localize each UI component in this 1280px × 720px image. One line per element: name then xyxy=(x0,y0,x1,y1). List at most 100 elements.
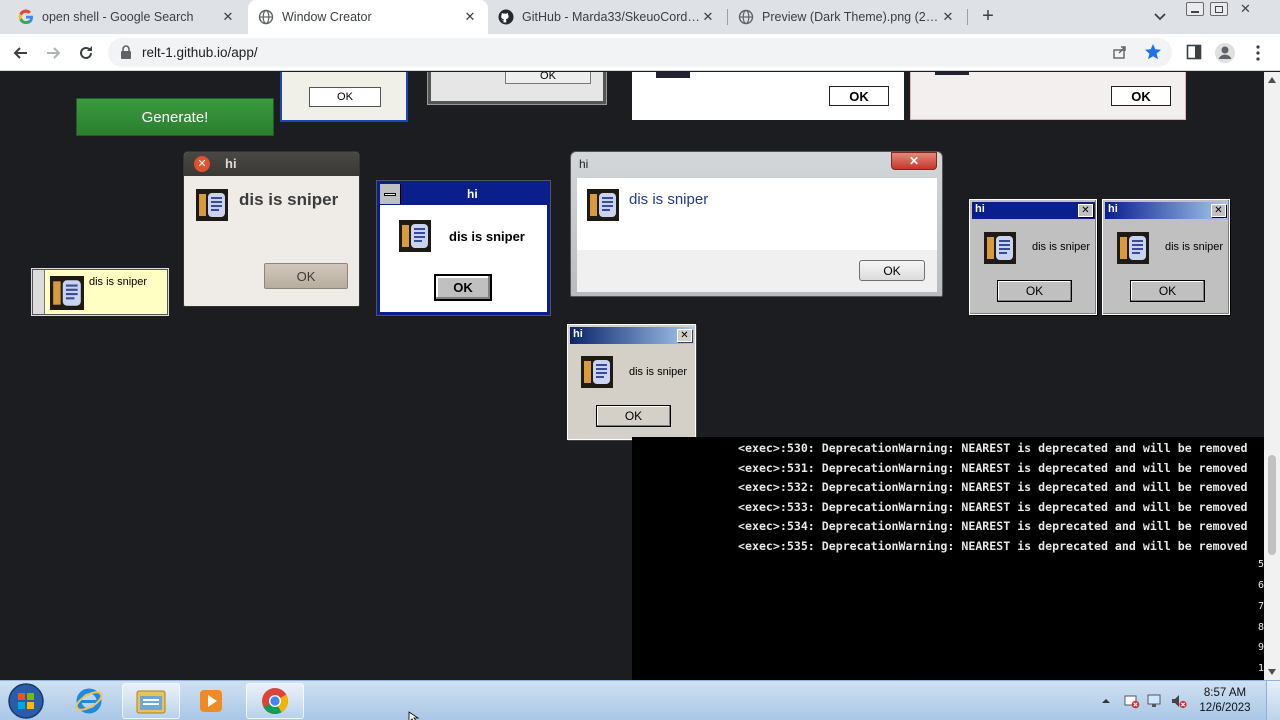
log-line: <exec>:533: DeprecationWarning: NEAREST … xyxy=(738,500,1248,514)
vertical-scrollbar[interactable] xyxy=(1264,72,1280,680)
reload-button[interactable] xyxy=(75,42,97,64)
dialog-titlebar: hi ✕ xyxy=(1105,202,1228,219)
scroll-up-icon[interactable] xyxy=(1267,76,1277,84)
kebab-menu-icon[interactable] xyxy=(1252,44,1264,62)
tab-title: Window Creator xyxy=(282,10,372,24)
lock-icon xyxy=(121,45,131,59)
dialog-message: dis is sniper xyxy=(89,276,148,288)
close-window-button[interactable]: ✕ xyxy=(1236,1,1254,16)
ok-button[interactable]: OK xyxy=(309,87,381,107)
ok-button[interactable]: OK xyxy=(829,86,889,106)
globe-icon xyxy=(738,9,754,25)
close-tab-icon[interactable]: ✕ xyxy=(462,9,478,25)
media-player-icon xyxy=(200,690,222,712)
close-tab-icon[interactable]: ✕ xyxy=(700,9,716,25)
dialog-titlebar: ✕ hi xyxy=(184,152,359,176)
dialog-window: hi ✕ dis is sniper OK xyxy=(969,199,1097,315)
minimize-window-button[interactable] xyxy=(1186,2,1204,16)
tab-title: GitHub - Marda33/SkeuoCord: A xyxy=(522,10,700,24)
network-icon[interactable] xyxy=(1147,693,1163,709)
close-icon[interactable]: ✕ xyxy=(1211,204,1226,217)
ok-button[interactable]: OK xyxy=(596,405,671,427)
dialog-title: hi xyxy=(1108,203,1118,215)
system-menu-button[interactable] xyxy=(380,184,401,204)
close-icon[interactable]: ✕ xyxy=(1078,204,1093,217)
agent-info-icon xyxy=(1117,232,1149,264)
dialog-message: dis is sniper xyxy=(449,229,525,244)
ok-button[interactable]: OK xyxy=(1111,86,1171,106)
ok-button[interactable]: OK xyxy=(434,274,492,301)
mouse-cursor-icon xyxy=(408,711,420,720)
dialog-window: hi dis is sniper OK xyxy=(377,181,550,315)
back-button[interactable] xyxy=(10,42,32,64)
github-icon xyxy=(498,9,514,25)
new-tab-button[interactable]: + xyxy=(976,5,1000,29)
taskbar-media-player[interactable] xyxy=(182,683,240,719)
action-center-icon[interactable] xyxy=(1124,693,1140,709)
window-handle[interactable] xyxy=(33,270,45,314)
close-tab-icon[interactable]: ✕ xyxy=(940,9,956,25)
taskbar-chrome[interactable] xyxy=(246,683,304,719)
share-icon[interactable] xyxy=(1112,44,1128,60)
dialog-message: dis is sniper xyxy=(629,366,688,378)
agent-info-icon xyxy=(984,232,1016,264)
chrome-icon xyxy=(262,688,289,715)
forward-button[interactable] xyxy=(42,42,64,64)
dialog-window: OK xyxy=(632,72,904,120)
bookmark-star-icon[interactable] xyxy=(1144,43,1162,61)
tab-window-creator[interactable]: Window Creator ✕ xyxy=(248,0,488,34)
profile-avatar-icon[interactable] xyxy=(1214,42,1236,64)
start-orb-icon[interactable] xyxy=(6,682,46,720)
dialog-titlebar: hi ✕ xyxy=(972,202,1095,219)
forward-arrow-icon xyxy=(47,47,61,59)
back-arrow-icon xyxy=(13,47,27,59)
taskbar-file-explorer[interactable] xyxy=(122,683,180,719)
dialog-titlebar: hi ✕ xyxy=(570,327,694,344)
ok-button[interactable]: OK xyxy=(1130,280,1205,302)
dialog-footer: OK xyxy=(577,250,937,292)
log-line: <exec>:531: DeprecationWarning: NEAREST … xyxy=(738,461,1248,475)
close-window-button[interactable]: ✕ xyxy=(891,152,937,170)
dialog-message: dis is sniper xyxy=(629,191,709,208)
agent-info-icon xyxy=(587,189,619,221)
close-tab-icon[interactable]: ✕ xyxy=(220,9,236,25)
screen: open shell - Google Search ✕ Window Crea… xyxy=(0,0,1280,720)
agent-info-icon xyxy=(196,189,228,221)
browser-toolbar: relt-1.github.io/app/ xyxy=(0,34,1280,71)
side-panel-icon[interactable] xyxy=(1186,44,1202,60)
show-desktop-button[interactable] xyxy=(1266,681,1280,720)
tab-title: open shell - Google Search xyxy=(42,10,194,24)
dialog-window: OK xyxy=(280,72,408,122)
dialog-message: dis is sniper xyxy=(1165,241,1224,253)
browser-tab-strip: open shell - Google Search ✕ Window Crea… xyxy=(0,0,1280,34)
tab-github[interactable]: GitHub - Marda33/SkeuoCord: A ✕ xyxy=(488,0,726,34)
clock-time: 8:57 AM xyxy=(1203,687,1247,699)
windows-taskbar: 8:57 AM 12/6/2023 xyxy=(0,680,1280,720)
close-icon[interactable]: ✕ xyxy=(194,156,210,172)
globe-icon xyxy=(258,9,274,25)
show-hidden-icons-icon[interactable] xyxy=(1098,693,1114,709)
ok-button[interactable]: OK xyxy=(859,260,925,281)
tab-google-search[interactable]: open shell - Google Search ✕ xyxy=(8,0,246,34)
ok-button[interactable]: OK xyxy=(264,263,348,289)
chevron-down-icon[interactable] xyxy=(1150,8,1170,26)
log-line: <exec>:530: DeprecationWarning: NEAREST … xyxy=(738,441,1248,455)
address-bar[interactable]: relt-1.github.io/app/ xyxy=(108,38,1172,67)
dialog-title: hi xyxy=(225,156,237,171)
ok-button[interactable]: OK xyxy=(505,72,591,84)
close-icon[interactable]: ✕ xyxy=(677,329,692,342)
agent-info-icon xyxy=(399,220,431,252)
dialog-body: dis is sniper xyxy=(577,178,937,250)
system-clock[interactable]: 8:57 AM 12/6/2023 xyxy=(1196,686,1254,716)
ok-button[interactable]: OK xyxy=(997,280,1072,302)
scroll-down-icon[interactable] xyxy=(1267,668,1277,676)
taskbar-internet-explorer[interactable] xyxy=(60,683,118,719)
volume-muted-icon[interactable] xyxy=(1171,693,1187,709)
restore-window-button[interactable] xyxy=(1210,2,1228,16)
scrollbar-thumb[interactable] xyxy=(1268,455,1276,555)
dialog-window: ✕ hi dis is sniper OK xyxy=(183,151,360,307)
tab-preview-png[interactable]: Preview (Dark Theme).png (2656 ✕ xyxy=(728,0,966,34)
generate-button[interactable]: Generate! xyxy=(76,98,274,136)
agent-info-icon xyxy=(581,356,613,388)
dialog-title: hi xyxy=(467,187,478,201)
